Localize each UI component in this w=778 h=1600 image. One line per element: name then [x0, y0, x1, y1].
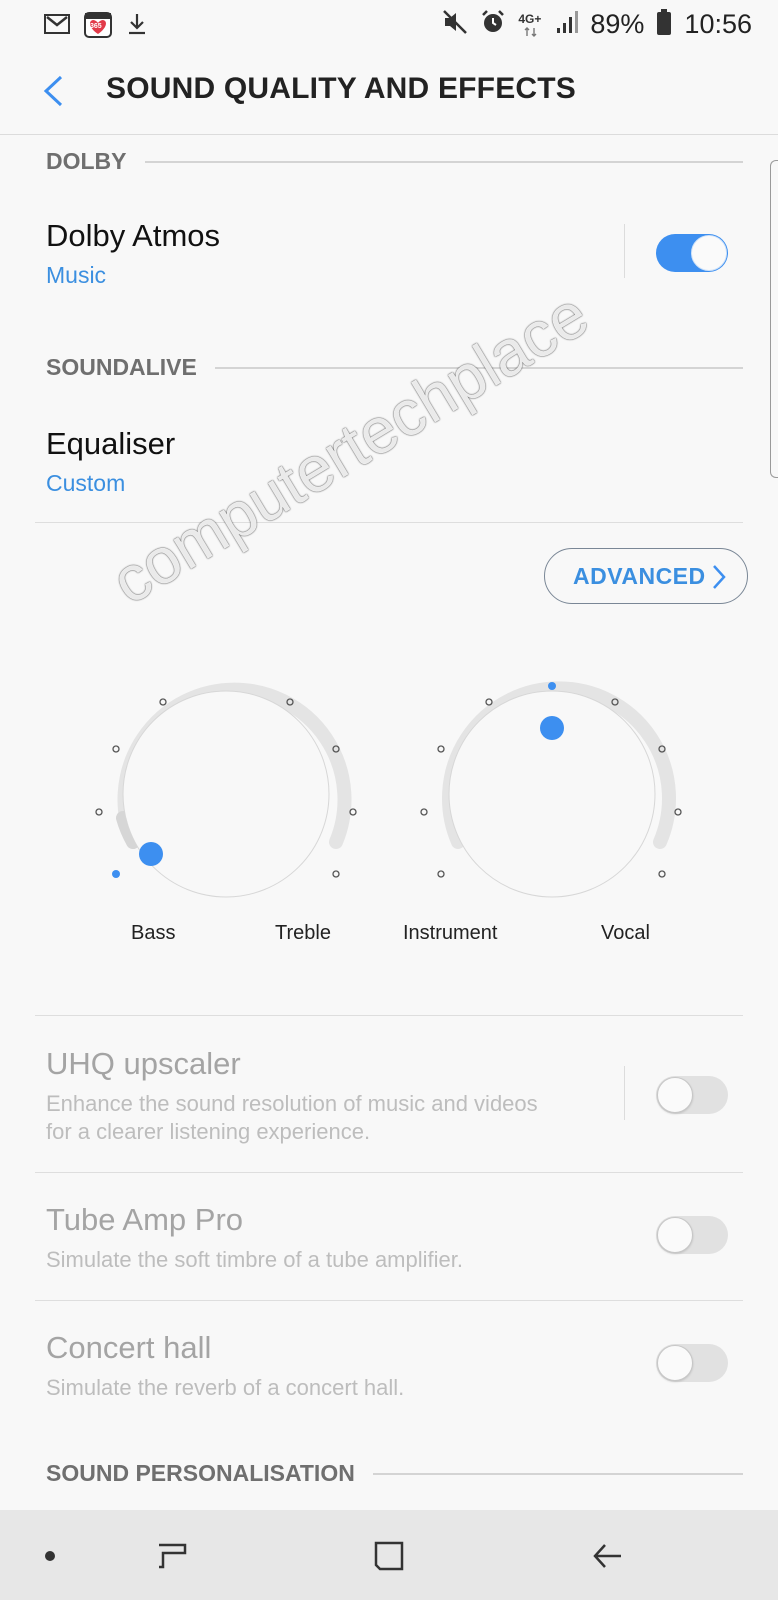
- gmail-icon: [44, 13, 70, 40]
- divider: [35, 522, 743, 523]
- dial-face: [122, 690, 330, 898]
- advanced-button[interactable]: ADVANCED: [544, 548, 748, 604]
- dolby-atmos-row[interactable]: Dolby Atmos Music: [0, 210, 778, 310]
- concert-hall-toggle[interactable]: [656, 1344, 728, 1382]
- recent-apps-icon: [159, 1543, 187, 1569]
- home-button[interactable]: [369, 1536, 409, 1576]
- tube-amp-toggle[interactable]: [656, 1216, 728, 1254]
- section-header-personalisation: SOUND PERSONALISATION: [46, 1460, 743, 1487]
- divider: [35, 1172, 743, 1173]
- network-4g-icon: 4G+: [518, 12, 544, 38]
- navigation-bar: [0, 1510, 778, 1600]
- section-header-soundalive: SOUNDALIVE: [46, 354, 743, 381]
- nav-dot-button[interactable]: [30, 1536, 70, 1576]
- scrollbar[interactable]: [770, 160, 778, 478]
- alarm-icon: [480, 9, 506, 40]
- download-icon: [126, 12, 148, 41]
- treble-label: Treble: [275, 922, 331, 944]
- concert-hall-description: Simulate the reverb of a concert hall.: [46, 1375, 405, 1400]
- dolby-atmos-title: Dolby Atmos: [46, 218, 221, 253]
- instrument-label: Instrument: [403, 922, 498, 944]
- row-separator: [624, 224, 625, 278]
- calendar-icon: 365: [84, 10, 112, 43]
- clock: 10:56: [684, 9, 752, 39]
- mute-icon: [442, 9, 468, 40]
- vocal-label: Vocal: [601, 922, 650, 944]
- uhq-upscaler-toggle[interactable]: [656, 1076, 728, 1114]
- dial-tick-active: [112, 870, 120, 878]
- back-arrow-icon: [593, 1544, 621, 1568]
- bass-treble-dial[interactable]: [95, 682, 357, 898]
- back-chevron-icon: [43, 75, 63, 107]
- section-label-soundalive: SOUNDALIVE: [46, 354, 197, 380]
- app-bar: SOUND QUALITY AND EFFECTS: [0, 52, 778, 135]
- chevron-right-icon: [713, 565, 726, 589]
- dolby-atmos-toggle[interactable]: [656, 234, 728, 272]
- page-title: SOUND QUALITY AND EFFECTS: [106, 72, 577, 105]
- dolby-atmos-subtitle: Music: [46, 262, 107, 288]
- concert-hall-title: Concert hall: [46, 1330, 212, 1365]
- recent-apps-button[interactable]: [152, 1536, 192, 1576]
- section-divider: [144, 160, 743, 163]
- section-label-personalisation: SOUND PERSONALISATION: [46, 1460, 355, 1486]
- equaliser-row[interactable]: Equaliser Custom: [0, 418, 778, 508]
- calendar-badge: 365: [90, 23, 102, 30]
- battery-percent: 89%: [590, 9, 645, 39]
- dot-icon: [45, 1551, 55, 1561]
- toggle-knob: [657, 1077, 693, 1113]
- tube-amp-row[interactable]: Tube Amp Pro Simulate the soft timbre of…: [0, 1196, 778, 1296]
- equaliser-dials: Bass Treble Instrument Vocal: [0, 670, 778, 950]
- advanced-label: ADVANCED: [573, 562, 706, 589]
- back-nav-button[interactable]: [588, 1536, 628, 1576]
- dial-tick-active: [548, 682, 556, 690]
- back-button[interactable]: [30, 68, 76, 114]
- divider: [35, 1015, 743, 1016]
- battery-icon: [656, 8, 672, 41]
- divider: [35, 1300, 743, 1301]
- dial-indicator[interactable]: [139, 842, 163, 866]
- uhq-upscaler-row[interactable]: UHQ upscaler Enhance the sound resolutio…: [0, 1040, 778, 1170]
- dial-indicator[interactable]: [540, 716, 564, 740]
- equaliser-subtitle: Custom: [46, 470, 126, 496]
- uhq-upscaler-description: Enhance the sound resolution of music an…: [46, 1091, 538, 1144]
- section-divider: [372, 1472, 743, 1475]
- bass-label: Bass: [131, 922, 176, 944]
- section-divider: [214, 366, 743, 369]
- concert-hall-row[interactable]: Concert hall Simulate the reverb of a co…: [0, 1324, 778, 1424]
- section-label-dolby: DOLBY: [46, 148, 127, 174]
- status-bar: 365 4G+ 89% 10:56: [0, 0, 778, 48]
- uhq-upscaler-title: UHQ upscaler: [46, 1046, 241, 1081]
- row-separator: [624, 1066, 625, 1120]
- toggle-knob: [691, 235, 727, 271]
- screen: 365 4G+ 89% 10:56 SOUND QUALITY AND EFFE…: [0, 0, 778, 1600]
- tube-amp-title: Tube Amp Pro: [46, 1202, 244, 1237]
- instrument-vocal-dial[interactable]: [420, 681, 682, 898]
- home-icon: [374, 1541, 404, 1571]
- tube-amp-description: Simulate the soft timbre of a tube ampli…: [46, 1247, 463, 1272]
- toggle-knob: [657, 1345, 693, 1381]
- toggle-knob: [657, 1217, 693, 1253]
- equaliser-title: Equaliser: [46, 426, 176, 461]
- signal-icon: [556, 10, 579, 39]
- section-header-dolby: DOLBY: [46, 148, 743, 175]
